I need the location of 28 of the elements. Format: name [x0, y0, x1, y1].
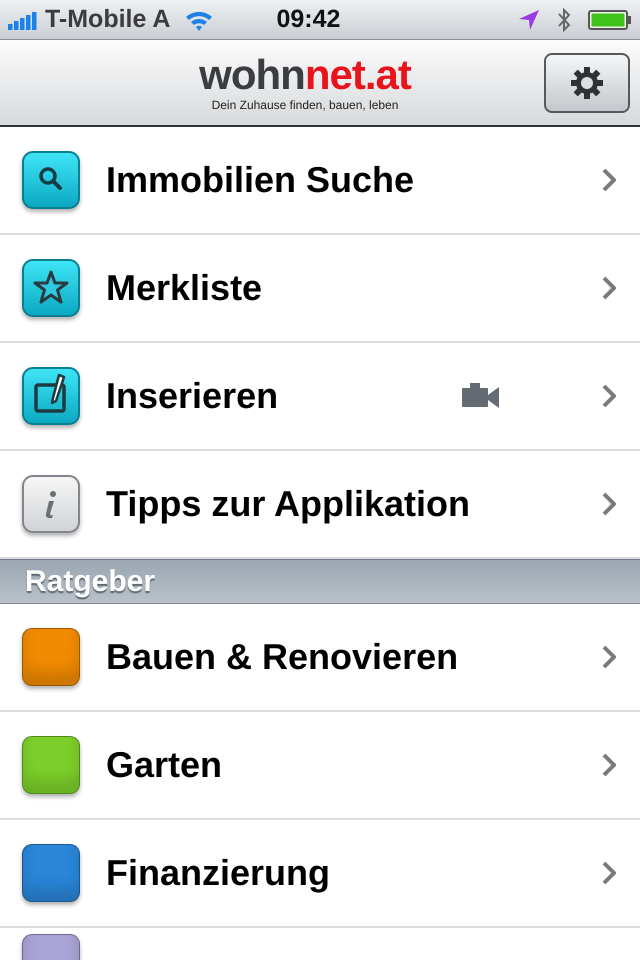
chevron-icon: [602, 492, 616, 516]
menu-item[interactable]: Immobilien Suche: [106, 153, 602, 207]
chevron-icon: [602, 861, 616, 885]
chevron-icon: [602, 276, 616, 300]
menu-item[interactable]: Merkliste: [106, 261, 602, 315]
menu-item[interactable]: Finanzierung: [106, 846, 602, 900]
menu-item[interactable]: Tipps zur Applikation: [106, 477, 602, 531]
menu-item[interactable]: Bauen & Renovieren: [106, 630, 602, 684]
battery-icon: [588, 8, 632, 30]
logo-tagline: Dein Zuhause finden, bauen, leben: [212, 99, 398, 111]
clock-time: 09:42: [276, 4, 340, 35]
info-icon: [22, 475, 80, 533]
location-icon: [518, 8, 540, 30]
chevron-icon: [602, 753, 616, 777]
logo-text: wohnnet.at: [199, 54, 411, 96]
menu-item[interactable]: Inserieren: [106, 369, 462, 423]
edit-icon: [22, 367, 80, 425]
bluetooth-icon: [556, 6, 572, 32]
chevron-icon: [602, 168, 616, 192]
menu-item[interactable]: Garten: [106, 738, 602, 792]
section-title: Ratgeber: [25, 564, 156, 600]
settings-icon: [569, 65, 605, 101]
chevron-icon: [602, 384, 616, 408]
chevron-icon: [602, 645, 616, 669]
carrier-name: T-Mobile A: [45, 4, 170, 35]
signal-icon: [8, 10, 37, 30]
settings-button[interactable]: [544, 53, 630, 113]
search-icon: [22, 151, 80, 209]
